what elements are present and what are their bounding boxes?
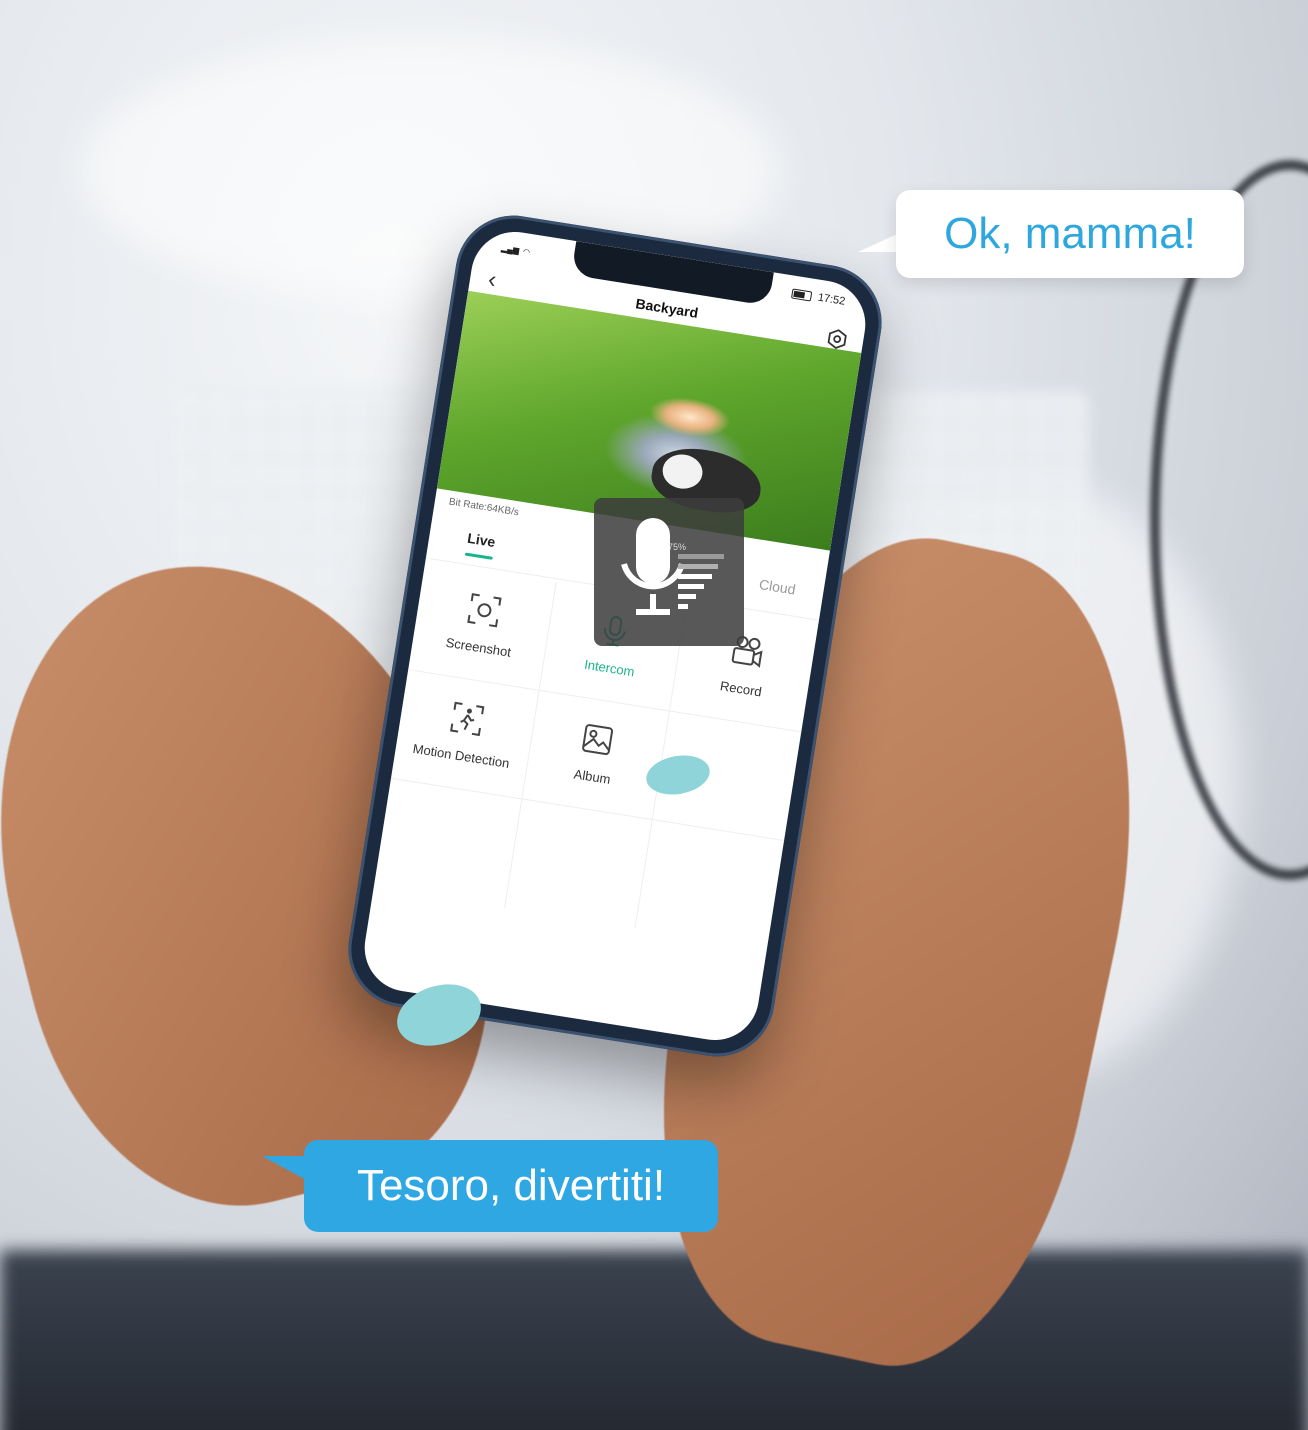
volume-bar — [678, 574, 712, 579]
empty-grid-cell — [373, 778, 522, 909]
screenshot-label: Screenshot — [444, 634, 513, 660]
reply-speech-bubble: Ok, mamma! — [896, 190, 1244, 278]
message-speech-bubble: Tesoro, divertiti! — [304, 1140, 718, 1232]
volume-bar — [678, 554, 724, 559]
volume-bar — [678, 604, 688, 609]
tab-cloud[interactable]: Cloud — [758, 576, 797, 598]
battery-icon — [791, 288, 813, 302]
album-label: Album — [572, 766, 612, 787]
status-time: 17:52 — [816, 291, 847, 308]
intercom-voice-overlay: 75% — [594, 498, 744, 646]
screenshot-icon — [467, 593, 502, 628]
message-bubble-tail — [262, 1156, 310, 1182]
reply-bubble-text: Ok, mamma! — [944, 209, 1196, 258]
tab-live[interactable]: Live — [466, 530, 496, 550]
message-bubble-text: Tesoro, divertiti! — [356, 1161, 666, 1210]
motion-detection-icon — [449, 701, 485, 737]
volume-bar — [678, 594, 696, 599]
intercom-label: Intercom — [583, 656, 636, 680]
album-icon — [582, 724, 614, 756]
album-button[interactable]: Album — [521, 690, 671, 821]
signal-icon: ▂▄▆ — [500, 242, 520, 255]
settings-gear-icon[interactable] — [826, 328, 849, 351]
motion-detection-label: Motion Detection — [411, 740, 511, 771]
wifi-icon: ◠ — [522, 246, 531, 257]
volume-bar — [678, 584, 704, 589]
record-label: Record — [719, 678, 763, 700]
large-microphone-icon — [621, 518, 724, 615]
screenshot-button[interactable]: Screenshot — [408, 561, 557, 691]
background-jeans — [0, 1250, 1308, 1430]
volume-percent: 75% — [668, 542, 687, 552]
signal-icons: ▂▄▆ ◠ — [500, 240, 531, 260]
motion-detection-button[interactable]: Motion Detection — [390, 670, 540, 800]
empty-grid-cell — [504, 799, 653, 929]
volume-bar — [678, 564, 718, 569]
